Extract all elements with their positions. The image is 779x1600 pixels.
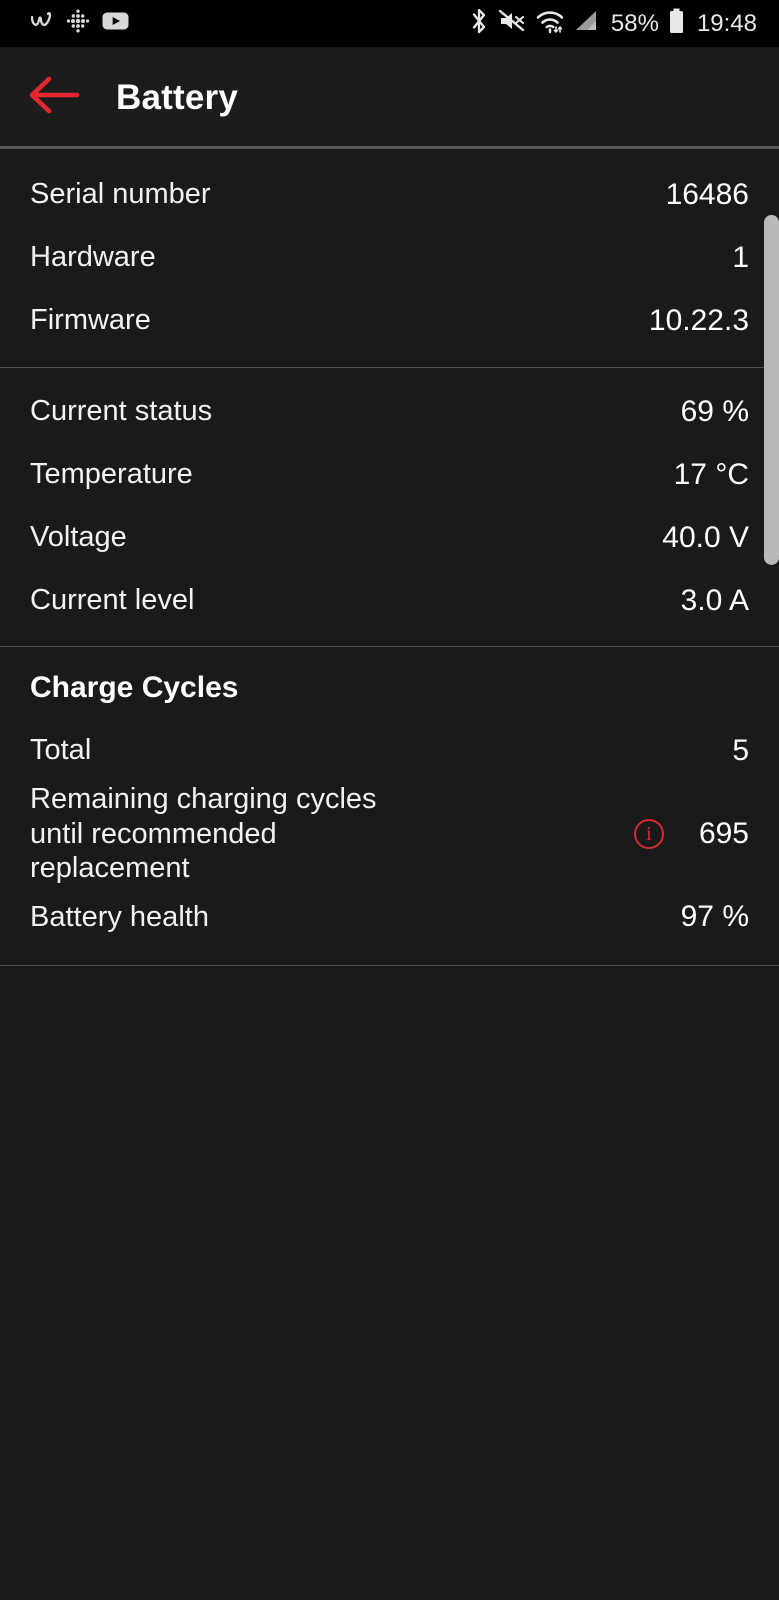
section-divider	[0, 964, 779, 966]
table-row[interactable]: Hardware 1	[0, 226, 779, 289]
app-bar: Battery	[0, 47, 779, 148]
row-label: Temperature	[30, 458, 193, 491]
section-heading: Charge Cycles	[30, 671, 239, 704]
bluetooth-icon	[469, 7, 489, 40]
volume-mute-icon	[498, 8, 526, 39]
table-row[interactable]: Current status 69 %	[0, 380, 779, 443]
table-row[interactable]: Serial number 16486	[0, 163, 779, 226]
info-button[interactable]: i	[599, 818, 699, 849]
row-value: 40.0 V	[662, 520, 749, 554]
wondershare-w-icon	[28, 8, 54, 39]
arrow-left-icon	[27, 74, 81, 121]
row-label: Remaining charging cycles until recommen…	[30, 783, 377, 884]
row-label: Total	[30, 734, 92, 767]
youtube-icon	[102, 11, 129, 36]
table-row[interactable]: Voltage 40.0 V	[0, 506, 779, 569]
wifi-icon	[535, 8, 565, 39]
row-value: 1	[732, 240, 749, 274]
row-value: 5	[732, 733, 749, 767]
info-circle-icon[interactable]: i	[633, 818, 664, 849]
table-row[interactable]: Firmware 10.22.3	[0, 289, 779, 352]
empty-area	[0, 1005, 779, 1600]
row-label: Current level	[30, 584, 195, 617]
table-row[interactable]: Remaining charging cycles until recommen…	[0, 782, 779, 886]
vertical-scrollbar[interactable]	[763, 149, 779, 1600]
status-bar: 58% 19:48	[0, 0, 779, 47]
phone-screen: 58% 19:48 Battery Serial number 16486 Ha…	[0, 0, 779, 1600]
battery-icon	[668, 8, 685, 40]
section-live-status: Current status 69 % Temperature 17 °C Vo…	[0, 368, 779, 646]
row-value: 695	[698, 816, 749, 850]
row-label: Voltage	[30, 521, 127, 554]
section-charge-cycles: Charge Cycles Total 5 Remaining charging…	[0, 647, 779, 965]
table-row[interactable]: Temperature 17 °C	[0, 443, 779, 506]
status-bar-battery-percent: 58%	[610, 9, 659, 37]
row-value: 10.22.3	[648, 303, 749, 337]
row-value: 17 °C	[673, 457, 749, 491]
row-label: Current status	[30, 395, 213, 428]
cellular-signal-icon	[574, 9, 600, 38]
scrollbar-thumb[interactable]	[764, 215, 779, 565]
row-value: 69 %	[680, 394, 749, 428]
settings-list: Serial number 16486 Hardware 1 Firmware …	[0, 149, 779, 1600]
status-bar-notification-icons	[28, 8, 129, 39]
row-label: Firmware	[30, 304, 151, 337]
table-row[interactable]: Battery health 97 %	[0, 886, 779, 949]
page-title: Battery	[116, 77, 239, 117]
table-row[interactable]: Total 5	[0, 719, 779, 782]
status-bar-system-icons: 58% 19:48	[469, 7, 757, 40]
row-label: Battery health	[30, 900, 209, 933]
fitbit-dots-icon	[65, 8, 91, 39]
status-bar-clock: 19:48	[696, 9, 757, 37]
row-value: 97 %	[680, 900, 749, 933]
row-label: Hardware	[30, 241, 156, 274]
row-value: 16486	[665, 177, 749, 211]
section-device-info: Serial number 16486 Hardware 1 Firmware …	[0, 149, 779, 367]
back-button[interactable]	[18, 62, 90, 134]
table-row[interactable]: Current level 3.0 A	[0, 569, 779, 632]
row-value: 3.0 A	[680, 583, 749, 617]
row-label: Serial number	[30, 178, 211, 211]
